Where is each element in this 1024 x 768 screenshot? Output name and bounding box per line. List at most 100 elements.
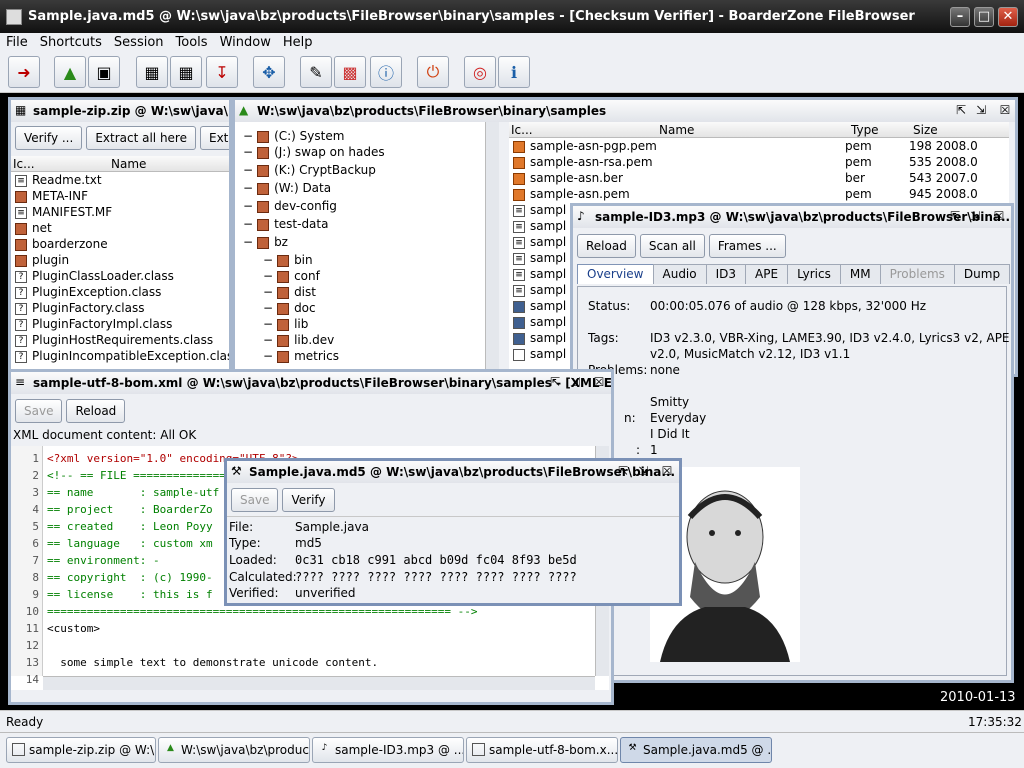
maximize-button[interactable]: □ <box>974 7 994 27</box>
tab-id3[interactable]: ID3 <box>705 264 747 284</box>
id3-window-title-bar[interactable]: ♪ sample-ID3.mp3 @ W:\sw\java\bz\products… <box>573 206 1011 228</box>
lifebuoy-icon[interactable]: ◎ <box>464 56 496 88</box>
tab-mm[interactable]: MM <box>839 264 881 284</box>
info-window-icon[interactable]: ⓘ <box>370 56 402 88</box>
task-xml[interactable]: sample-utf-8-bom.x... <box>466 737 618 763</box>
window-title-bar[interactable]: Sample.java.md5 @ W:\sw\java\bz\products… <box>0 0 1024 33</box>
tab-problems[interactable]: Problems <box>879 264 955 284</box>
iconify-icon[interactable]: ⇱ <box>947 208 963 224</box>
tree-node[interactable]: − metrics <box>235 348 485 364</box>
download-icon[interactable]: ↧ <box>206 56 238 88</box>
md5-window-title-bar[interactable]: ⚒ Sample.java.md5 @ W:\sw\java\bz\product… <box>227 461 679 483</box>
maximize-icon[interactable]: ⇲ <box>635 463 651 479</box>
id3-scan-all-button[interactable]: Scan all <box>639 234 705 258</box>
task-browser[interactable]: ▲ W:\sw\java\bz\produc... <box>158 737 310 763</box>
browser-window-title-bar[interactable]: ▲ W:\sw\java\bz\products\FileBrowser\bina… <box>235 100 1015 122</box>
tree-node[interactable]: − bz <box>235 234 485 252</box>
tree-node[interactable]: − dev-config <box>235 198 485 216</box>
md5-save-button[interactable]: Save <box>231 488 279 512</box>
id3-frames-button[interactable]: Frames ... <box>708 234 786 258</box>
list-item[interactable]: ≡ MANIFEST.MF <box>11 204 229 220</box>
zip-extract-here-button[interactable]: Extract all here <box>86 126 196 150</box>
list-item[interactable]: ? PluginHostRequirements.class <box>11 332 229 348</box>
tree-node[interactable]: − bin <box>235 252 485 268</box>
md5-verify-button[interactable]: Verify <box>282 488 335 512</box>
iconify-icon[interactable]: ⇱ <box>547 374 563 390</box>
close-icon[interactable]: ☒ <box>591 374 607 390</box>
edit-icon[interactable]: ✎ <box>300 56 332 88</box>
col-icon[interactable]: Ic... <box>511 122 533 138</box>
col-size[interactable]: Size <box>913 122 938 138</box>
list-item[interactable]: net <box>11 220 229 236</box>
cascade-icon[interactable]: ▦ <box>136 56 168 88</box>
menu-session[interactable]: Session <box>108 33 170 53</box>
menu-shortcuts[interactable]: Shortcuts <box>34 33 108 53</box>
iconify-icon[interactable]: ⇱ <box>615 463 631 479</box>
tree-node[interactable]: − dist <box>235 284 485 300</box>
table-row[interactable]: sample-asn.ber ber 543 2007.0 <box>509 170 1009 186</box>
menu-file[interactable]: File <box>0 33 34 53</box>
table-row[interactable]: sample-asn-pgp.pem pem 198 2008.0 <box>509 138 1009 154</box>
tree-node[interactable]: − lib.dev <box>235 332 485 348</box>
list-item[interactable]: ? PluginException.class <box>11 284 229 300</box>
zip-extract-all-button[interactable]: Extract all ... <box>199 126 229 150</box>
tab-dump[interactable]: Dump <box>953 264 1011 284</box>
tab-audio[interactable]: Audio <box>652 264 707 284</box>
tab-overview[interactable]: Overview <box>577 264 654 284</box>
col-type[interactable]: Type <box>851 122 879 138</box>
task-md5[interactable]: ⚒ Sample.java.md5 @ ... <box>620 737 772 763</box>
menu-window[interactable]: Window <box>214 33 277 53</box>
tab-ape[interactable]: APE <box>745 264 789 284</box>
menu-tools[interactable]: Tools <box>170 33 214 53</box>
table-row[interactable]: sample-asn.pem pem 945 2008.0 <box>509 186 1009 202</box>
table-row[interactable]: sample-asn-rsa.pem pem 535 2008.0 <box>509 154 1009 170</box>
window-icon[interactable]: ▣ <box>88 56 120 88</box>
exit-icon[interactable]: ➜ <box>8 56 40 88</box>
tree-icon[interactable]: ▲ <box>54 56 86 88</box>
id3-window[interactable]: ♪ sample-ID3.mp3 @ W:\sw\java\bz\products… <box>570 203 1014 683</box>
tree-node[interactable]: − conf <box>235 268 485 284</box>
tree-scrollbar[interactable] <box>485 122 499 374</box>
list-item[interactable]: ? PluginFactory.class <box>11 300 229 316</box>
move-icon[interactable]: ✥ <box>253 56 285 88</box>
maximize-icon[interactable]: ⇲ <box>567 374 583 390</box>
tree-node[interactable]: − lib <box>235 316 485 332</box>
tree-node[interactable]: − (J:) swap on hades <box>235 144 485 162</box>
tree-node[interactable]: − (K:) CryptBackup <box>235 162 485 180</box>
list-item[interactable]: ≡ Readme.txt <box>11 172 229 188</box>
id3-reload-button[interactable]: Reload <box>577 234 636 258</box>
list-item[interactable]: plugin <box>11 252 229 268</box>
tree-node[interactable]: − test-data <box>235 216 485 234</box>
zip-window-title-bar[interactable]: ▦ sample-zip.zip @ W:\sw\java\bz\products… <box>11 100 229 122</box>
palette-icon[interactable]: ▩ <box>334 56 366 88</box>
list-item[interactable]: ? PluginClassLoader.class <box>11 268 229 284</box>
close-icon[interactable]: ☒ <box>659 463 675 479</box>
list-item[interactable]: boarderzone <box>11 236 229 252</box>
task-id3[interactable]: ♪ sample-ID3.mp3 @ ... <box>312 737 464 763</box>
col-name[interactable]: Name <box>659 122 694 138</box>
xml-reload-button[interactable]: Reload <box>66 399 126 423</box>
list-item[interactable]: ? PluginFactoryImpl.class <box>11 316 229 332</box>
xml-window-title-bar[interactable]: ≡ sample-utf-8-bom.xml @ W:\sw\java\bz\pr… <box>11 372 611 394</box>
tile-icon[interactable]: ▦ <box>170 56 202 88</box>
close-icon[interactable]: ☒ <box>991 208 1007 224</box>
maximize-icon[interactable]: ⇲ <box>973 102 989 118</box>
close-icon[interactable]: ☒ <box>997 102 1013 118</box>
tree-node[interactable]: − (W:) Data <box>235 180 485 198</box>
xml-save-button[interactable]: Save <box>15 399 63 423</box>
iconify-icon[interactable]: ⇱ <box>953 102 969 118</box>
task-zip[interactable]: sample-zip.zip @ W:\... <box>6 737 156 763</box>
minimize-button[interactable]: – <box>950 7 970 27</box>
tree-node[interactable]: − doc <box>235 300 485 316</box>
zip-verify-button[interactable]: Verify ... <box>15 126 83 150</box>
list-item[interactable]: META-INF <box>11 188 229 204</box>
md5-window[interactable]: ⚒ Sample.java.md5 @ W:\sw\java\bz\product… <box>224 458 682 606</box>
about-icon[interactable]: ℹ <box>498 56 530 88</box>
zip-col-name[interactable]: Name <box>111 156 146 172</box>
maximize-icon[interactable]: ⇲ <box>967 208 983 224</box>
tab-lyrics[interactable]: Lyrics <box>787 264 841 284</box>
menu-help[interactable]: Help <box>277 33 319 53</box>
zip-window[interactable]: ▦ sample-zip.zip @ W:\sw\java\bz\products… <box>8 97 232 377</box>
list-item[interactable]: ? PluginIncompatibleException.class <box>11 348 229 364</box>
power-icon[interactable]: ⏻ <box>417 56 449 88</box>
